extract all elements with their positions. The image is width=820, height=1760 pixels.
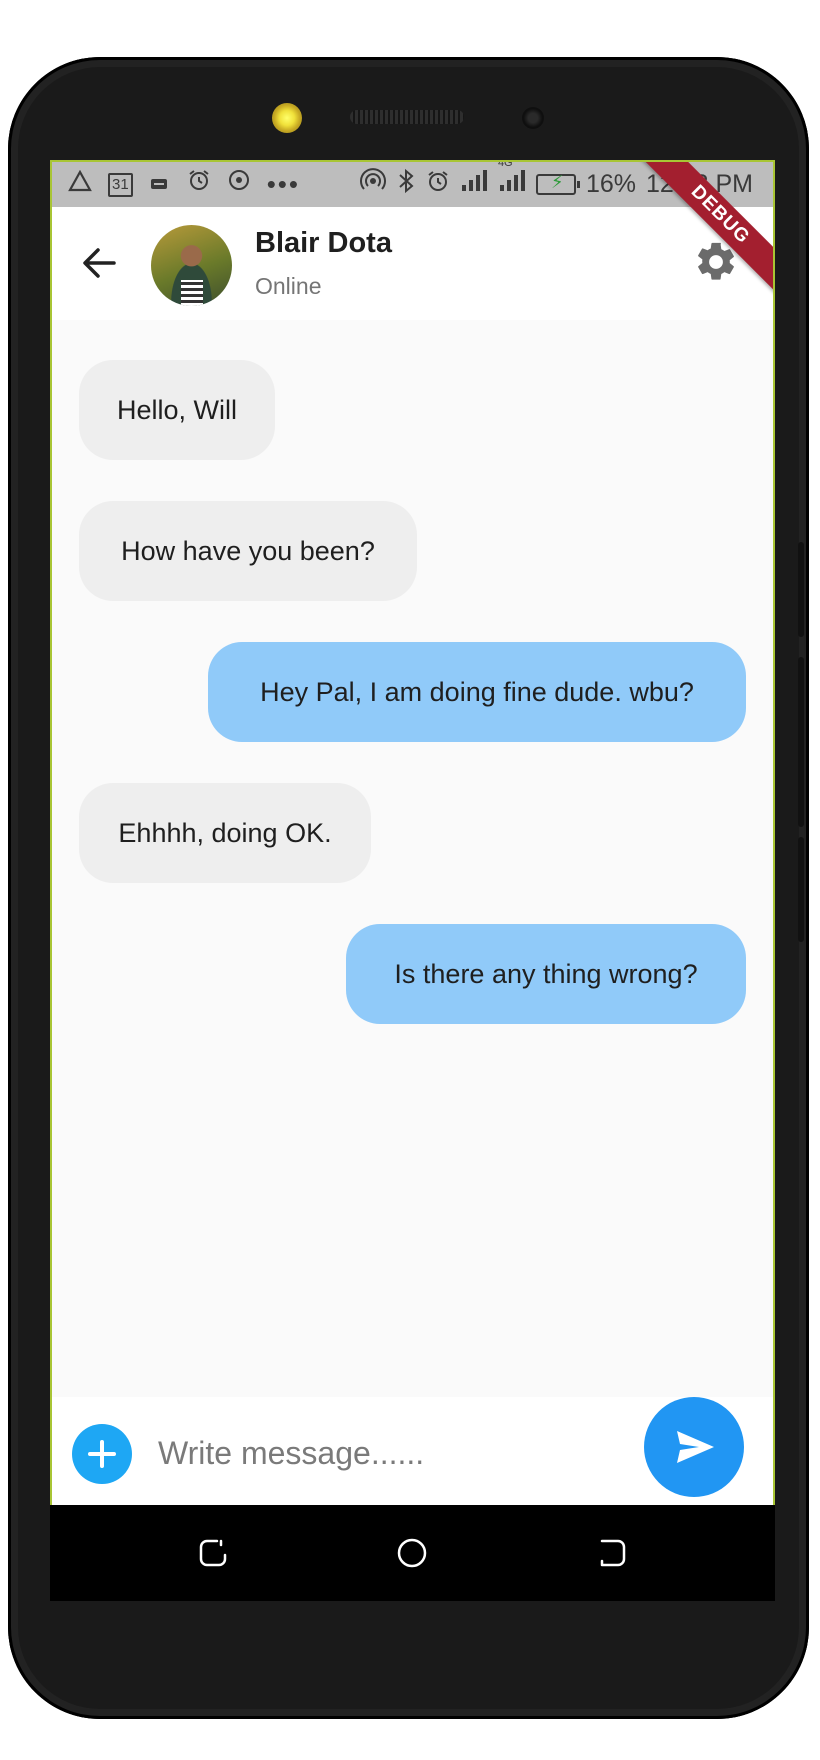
message-bubble-incoming[interactable]: Ehhhh, doing OK.: [79, 783, 371, 883]
more-dots-icon: •••: [266, 169, 300, 199]
system-nav-bar: [50, 1505, 775, 1601]
recents-icon: [199, 1539, 227, 1567]
alarm-icon: [187, 162, 211, 207]
message-text: Hey Pal, I am doing fine dude. wbu?: [260, 676, 694, 707]
app-screen: 31 ••• 4G ⚡ 16% DEBUG Blair Dota Online …: [50, 160, 775, 1507]
warning-triangle-icon: [68, 162, 92, 207]
bluetooth-icon: [396, 168, 416, 201]
contact-status: Online: [255, 273, 322, 299]
chat-header: Blair Dota Online: [52, 207, 773, 320]
message-text: Ehhhh, doing OK.: [118, 817, 332, 848]
battery-icon: ⚡: [535, 172, 580, 195]
message-text: Is there any thing wrong?: [394, 958, 698, 989]
home-icon: [397, 1538, 427, 1568]
plus-icon: [88, 1440, 116, 1468]
home-button[interactable]: [392, 1533, 432, 1573]
battery-percent: 16%: [585, 170, 636, 198]
back-icon: [600, 1539, 626, 1567]
back-button[interactable]: [74, 237, 126, 289]
message-composer: [52, 1397, 773, 1505]
message-bubble-incoming[interactable]: Hello, Will: [79, 360, 275, 460]
volume-up-button: [798, 542, 804, 637]
hotspot-icon: [359, 168, 386, 201]
message-bubble-outgoing[interactable]: Is there any thing wrong?: [346, 924, 746, 1024]
power-button: [798, 837, 804, 942]
add-attachment-button[interactable]: [72, 1424, 132, 1484]
message-icon: [149, 162, 171, 207]
alarm-icon-right: [426, 169, 450, 200]
earpiece-speaker: [350, 110, 464, 124]
recents-button[interactable]: [193, 1533, 233, 1573]
message-bubble-outgoing[interactable]: Hey Pal, I am doing fine dude. wbu?: [208, 642, 746, 742]
back-nav-button[interactable]: [592, 1533, 632, 1573]
arrow-back-icon: [83, 248, 116, 278]
contact-name: Blair Dota: [255, 227, 392, 259]
front-camera: [272, 103, 302, 133]
message-input[interactable]: [156, 1419, 660, 1487]
volume-down-button: [798, 657, 804, 827]
target-icon: [227, 162, 251, 207]
message-text: How have you been?: [121, 535, 375, 566]
signal-4g-icon: 4G: [498, 162, 526, 200]
send-button[interactable]: [644, 1397, 744, 1497]
network-type-label: 4G: [497, 160, 513, 169]
send-icon: [677, 1431, 714, 1463]
proximity-sensor: [522, 107, 544, 129]
message-bubble-incoming[interactable]: How have you been?: [79, 501, 417, 601]
message-text: Hello, Will: [116, 394, 237, 425]
avatar[interactable]: [151, 225, 232, 306]
signal-icon: [460, 169, 488, 200]
calendar-icon: 31: [108, 172, 133, 197]
